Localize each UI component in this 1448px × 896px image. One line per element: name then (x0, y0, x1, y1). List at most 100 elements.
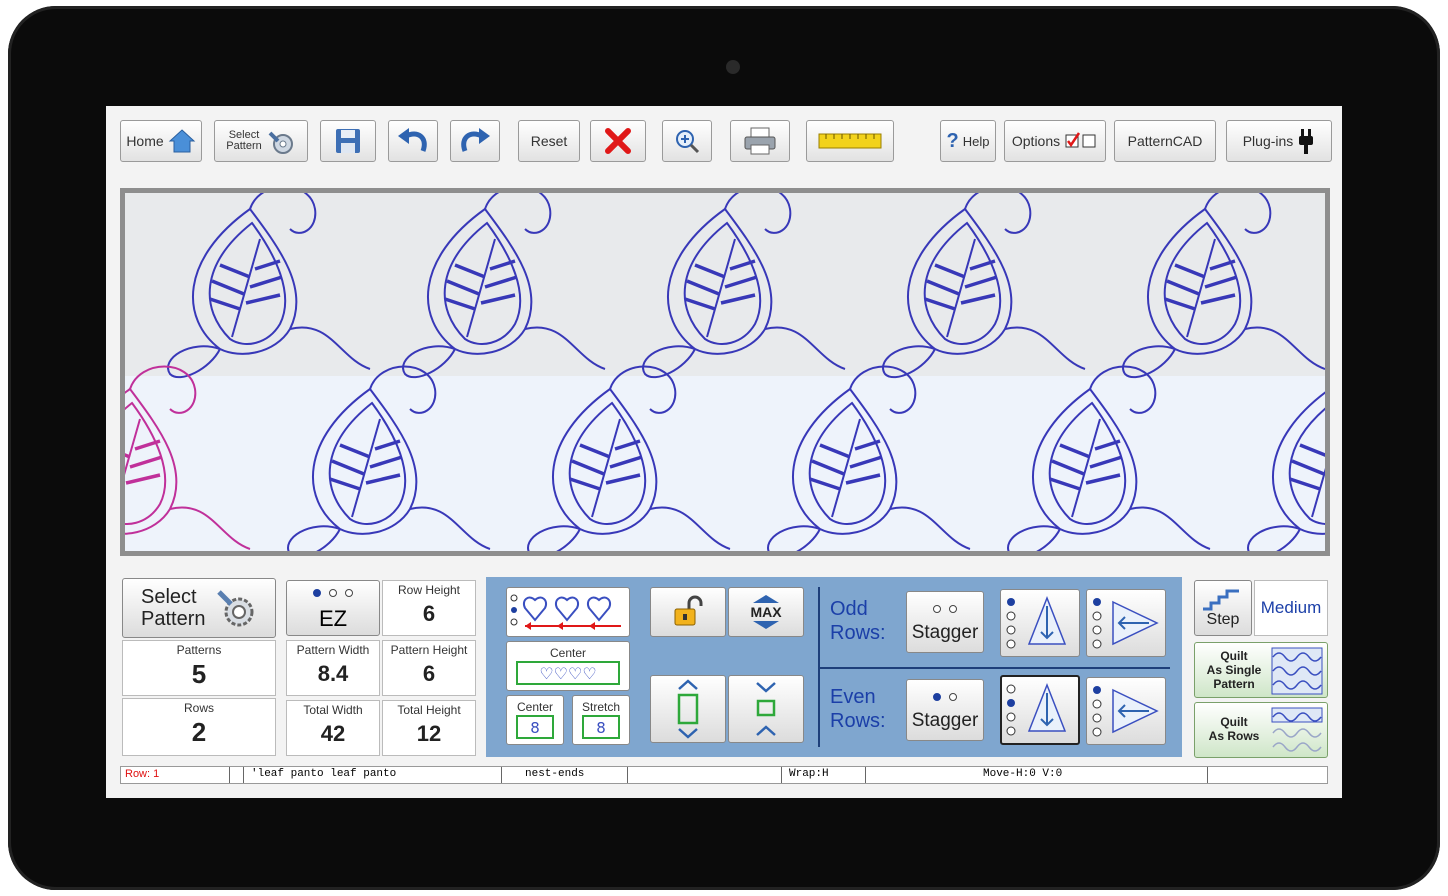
options-label: Options (1011, 133, 1061, 149)
total-height-value: 12 (416, 721, 442, 746)
leaf-motif-row2-5 (1247, 391, 1325, 551)
step-size-medium[interactable]: Medium (1254, 580, 1328, 636)
total-width-label: Total Width (303, 703, 363, 717)
leaf-motif-row1-1 (167, 193, 371, 379)
even-stagger-radios[interactable] (929, 688, 961, 706)
expand-height-button[interactable] (650, 675, 726, 743)
patterns-value: 5 (191, 659, 207, 689)
odd-stagger-label: Stagger (911, 622, 979, 643)
center-hearts-icon: ♡♡♡♡ (516, 661, 620, 685)
pattern-width-cell[interactable]: Pattern Width 8.4 (286, 640, 380, 696)
max-up-arrow-icon (753, 595, 779, 603)
options-checkbox-icon (1065, 132, 1096, 148)
quilt-rows-label-1: Quilt (1220, 715, 1248, 729)
status-wrap: Wrap:H (789, 768, 829, 780)
center-vertical-button[interactable]: Center 8 (506, 695, 564, 745)
center-label: Center (549, 646, 587, 660)
step-button[interactable]: Step (1194, 580, 1252, 636)
quilt-as-rows-button[interactable]: Quilt As Rows (1194, 702, 1328, 758)
layout-controls-panel: Center ♡♡♡♡ Center 8 Stretch 8 MAX Odd Ro… (486, 577, 1182, 757)
odd-rows-mirror-button[interactable] (1086, 589, 1166, 657)
total-height-cell[interactable]: Total Height 12 (382, 700, 476, 756)
delete-button[interactable] (590, 120, 646, 162)
even-rows-mirror-button[interactable] (1086, 677, 1166, 745)
max-button[interactable]: MAX (728, 587, 804, 637)
pattern-height-label: Pattern Height (390, 643, 468, 657)
svg-text:8: 8 (530, 719, 540, 737)
quilt-as-rows-icon (1271, 707, 1323, 752)
delete-icon (605, 128, 631, 154)
ruler-button[interactable] (806, 120, 894, 162)
quilt-single-label-2: As Single (1206, 663, 1262, 677)
help-button[interactable]: ? Help (940, 120, 996, 162)
total-width-cell[interactable]: Total Width 42 (286, 700, 380, 756)
reset-button[interactable]: Reset (518, 120, 580, 162)
even-rows-flip-button[interactable] (1000, 675, 1080, 745)
odd-rows-label: Odd Rows: (830, 597, 886, 645)
expand-height-icon (677, 679, 699, 739)
ez-mode-radios[interactable] (309, 584, 357, 602)
odd-rows-flip-button[interactable] (1000, 589, 1080, 657)
quilt-rows-label-2: As Rows (1208, 729, 1260, 743)
ez-mode-button[interactable]: EZ (286, 580, 380, 636)
select-pattern-label-2: Pattern (226, 140, 262, 152)
select-pattern-button[interactable]: Select Pattern (214, 120, 308, 162)
options-button[interactable]: Options (1004, 120, 1106, 162)
zoom-button[interactable] (662, 120, 712, 162)
select-pattern-large-button[interactable]: Select Pattern (122, 578, 276, 638)
status-row: Row: 1 (125, 768, 160, 780)
quilt-pattern-canvas[interactable] (120, 188, 1330, 556)
ez-label: EZ (318, 606, 348, 631)
nest-hearts-icon (510, 594, 621, 630)
redo-button[interactable] (450, 120, 500, 162)
select-pattern-large-label-2: Pattern (141, 608, 206, 630)
plugins-button[interactable]: Plug-ins (1226, 120, 1332, 162)
center-vertical-label: Center (516, 700, 554, 714)
status-pattern-name: 'leaf panto leaf panto (251, 768, 397, 780)
unlock-icon (674, 595, 703, 626)
plugins-label: Plug-ins (1242, 133, 1294, 149)
save-button[interactable] (320, 120, 376, 162)
leaf-pattern-drawing (125, 193, 1325, 551)
odd-rows-label-2: Rows: (830, 622, 886, 644)
home-label: Home (126, 133, 164, 149)
row-height-label: Row Height (397, 583, 461, 597)
odd-rows-label-1: Odd (830, 598, 868, 620)
patterns-count-cell: Patterns 5 (122, 640, 276, 696)
select-pattern-gear-icon (217, 590, 254, 627)
undo-icon (398, 128, 427, 152)
leaf-motif-row1-4 (882, 193, 1086, 379)
home-button[interactable]: Home (120, 120, 202, 162)
status-mode: nest-ends (525, 768, 585, 780)
leaf-motif-row2-3 (767, 365, 971, 551)
print-button[interactable] (730, 120, 790, 162)
odd-stagger-radios[interactable] (929, 600, 961, 618)
status-move: Move-H:0 V:0 (983, 768, 1063, 780)
total-height-label: Total Height (397, 703, 461, 717)
stretch-button[interactable]: Stretch 8 (572, 695, 630, 745)
quilt-as-single-pattern-button[interactable]: Quilt As Single Pattern (1194, 642, 1328, 698)
lock-aspect-button[interactable] (650, 587, 726, 637)
leaf-motif-row2-4 (1007, 365, 1211, 551)
center-button[interactable]: Center ♡♡♡♡ (506, 641, 630, 691)
save-icon (336, 129, 360, 153)
home-icon (168, 129, 195, 153)
row-height-cell[interactable]: Row Height 6 (382, 580, 476, 636)
even-rows-stagger-button[interactable]: Stagger (906, 679, 984, 741)
ruler-icon (818, 133, 882, 149)
shrink-height-button[interactable] (728, 675, 804, 743)
pattern-height-cell[interactable]: Pattern Height 6 (382, 640, 476, 696)
status-bar: Row: 1 'leaf panto leaf panto nest-ends … (120, 766, 1328, 784)
odd-flip-horizontal-icon (1092, 598, 1159, 649)
undo-button[interactable] (388, 120, 438, 162)
odd-rows-stagger-button[interactable]: Stagger (906, 591, 984, 653)
pattern-width-label: Pattern Width (296, 643, 370, 657)
plug-icon (1299, 129, 1314, 154)
even-stagger-label: Stagger (911, 710, 979, 731)
nest-hearts-button[interactable] (506, 587, 630, 637)
leaf-motif-row1-2 (402, 193, 606, 379)
rows-value: 2 (191, 717, 207, 747)
svg-text:♡♡♡♡: ♡♡♡♡ (539, 664, 596, 683)
rows-count-cell[interactable]: Rows 2 (122, 698, 276, 756)
patterncad-button[interactable]: PatternCAD (1114, 120, 1216, 162)
